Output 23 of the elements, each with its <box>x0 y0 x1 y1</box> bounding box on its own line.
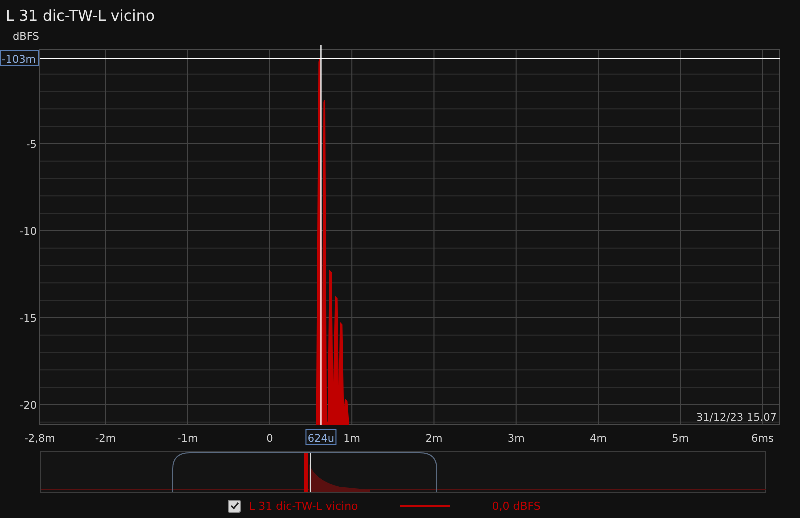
y-axis-unit: dBFS <box>13 31 40 43</box>
x-tick-label: 0 <box>266 433 274 445</box>
x-tick-label: 6ms <box>752 433 774 445</box>
x-tick-label: -2m <box>95 433 116 445</box>
y-tick-label: -10 <box>20 226 37 238</box>
series-label: L 31 dic-TW-L vicino <box>249 500 358 512</box>
series-level: 0,0 dBFS <box>492 500 541 512</box>
cursor-y-readout: -103m <box>0 50 39 66</box>
cursor-x-readout: 624u <box>306 430 337 446</box>
x-tick-label: 4m <box>590 433 607 445</box>
y-tick-label: -5 <box>26 138 37 151</box>
ref-line-label: 624u <box>308 433 335 445</box>
timestamp: 31/12/23 15.07 <box>696 412 777 424</box>
x-tick-label: -2,8m <box>24 433 56 445</box>
x-tick-label: 3m <box>508 433 525 445</box>
window-title: L 31 dic-TW-L vicino <box>5 6 156 27</box>
x-tick-label: 5m <box>672 433 690 445</box>
ref-line-label: -103m <box>2 54 36 66</box>
y-tick-label: -15 <box>20 312 37 325</box>
x-tick-label: 2m <box>426 433 443 445</box>
x-tick-label: 1m <box>344 433 361 445</box>
y-tick-label: -20 <box>20 400 37 412</box>
x-tick-label: -1m <box>177 433 198 445</box>
